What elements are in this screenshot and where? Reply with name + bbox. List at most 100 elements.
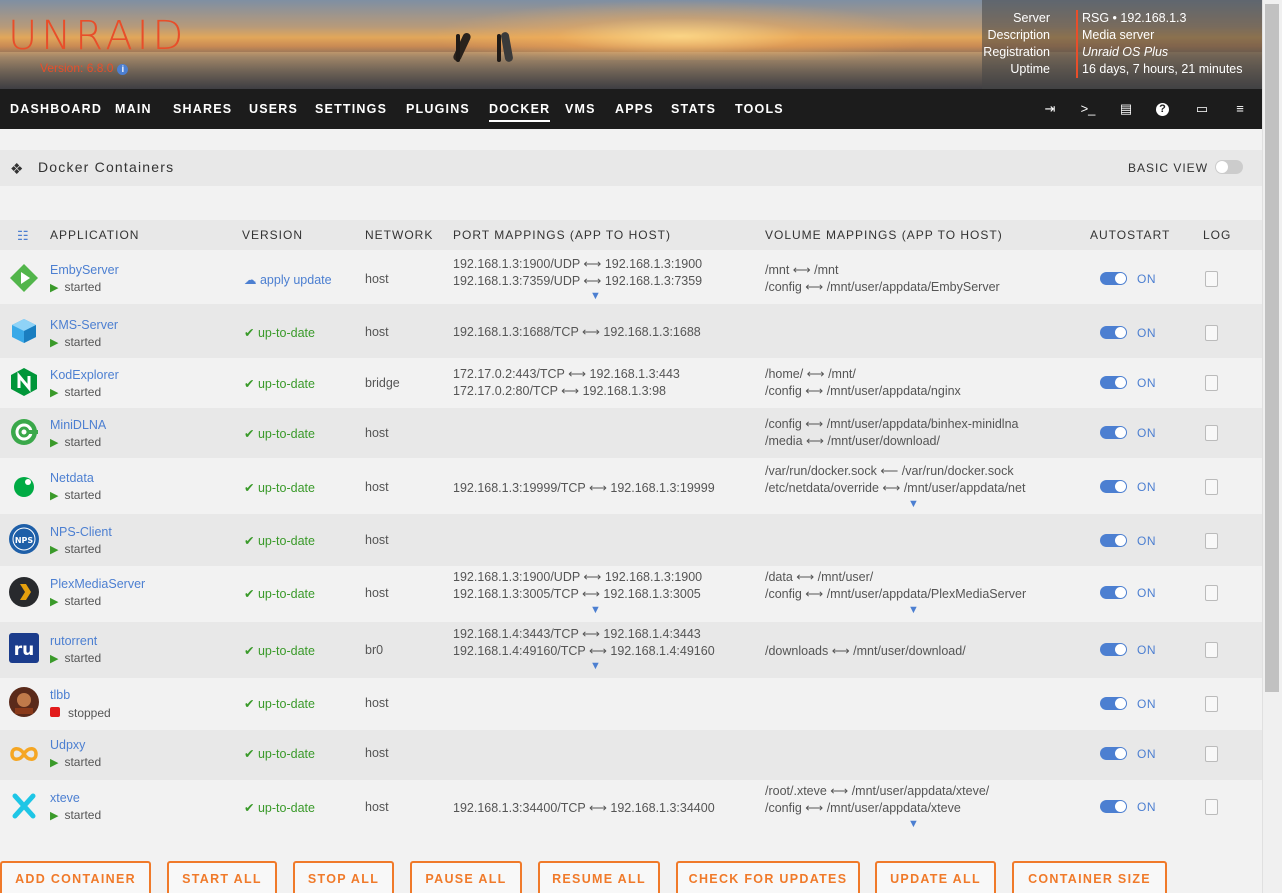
nginx-icon[interactable]	[9, 367, 39, 397]
log-icon[interactable]	[1205, 585, 1218, 601]
autostart-toggle[interactable]	[1100, 480, 1127, 493]
log-icon[interactable]	[1205, 271, 1218, 287]
app-name[interactable]: KodExplorer	[50, 368, 119, 382]
app-name[interactable]: rutorrent	[50, 634, 97, 648]
col-log: LOG	[1203, 228, 1232, 242]
chevron-down-icon[interactable]: ▼	[590, 290, 601, 302]
monitor-icon[interactable]: ▭	[1194, 101, 1210, 117]
terminal-icon[interactable]: >_	[1080, 101, 1096, 117]
log-icon[interactable]	[1205, 799, 1218, 815]
tab-stats[interactable]: STATS	[671, 89, 716, 129]
pause-all-button[interactable]: PAUSE ALL	[410, 861, 522, 893]
netdata-icon[interactable]	[9, 471, 39, 501]
state-label: started	[64, 755, 102, 769]
tab-settings[interactable]: SETTINGS	[315, 89, 387, 129]
add-container-button[interactable]: ADD CONTAINER	[0, 861, 151, 893]
col-volume-mappings: VOLUME MAPPINGS (APP TO HOST)	[765, 228, 1003, 242]
update-all-button[interactable]: UPDATE ALL	[875, 861, 996, 893]
app-state: ▶ started	[50, 755, 101, 769]
log-icon[interactable]	[1205, 375, 1218, 391]
app-name[interactable]: Netdata	[50, 471, 94, 485]
autostart-toggle[interactable]	[1100, 643, 1127, 656]
log-icon[interactable]	[1205, 533, 1218, 549]
tab-apps[interactable]: APPS	[615, 89, 654, 129]
app-name[interactable]: tlbb	[50, 688, 70, 702]
udpxy-infinity-icon[interactable]	[9, 739, 39, 769]
app-name[interactable]: EmbyServer	[50, 263, 119, 277]
log-icon[interactable]	[1205, 425, 1218, 441]
chevron-down-icon[interactable]: ▼	[908, 818, 919, 830]
tab-docker[interactable]: DOCKER	[489, 89, 551, 129]
start-all-button[interactable]: START ALL	[167, 861, 277, 893]
autostart-toggle[interactable]	[1100, 534, 1127, 547]
autostart-toggle[interactable]	[1100, 376, 1127, 389]
autostart-label: ON	[1137, 326, 1156, 340]
page-scrollbar[interactable]	[1262, 0, 1282, 893]
version-status[interactable]: ☁ apply update	[244, 272, 332, 287]
autostart-toggle[interactable]	[1100, 272, 1127, 285]
scrollbar-thumb[interactable]	[1265, 4, 1279, 692]
emby-icon[interactable]	[9, 263, 39, 293]
check-for-updates-button[interactable]: CHECK FOR UPDATES	[676, 861, 860, 893]
list-icon[interactable]: ☷	[17, 228, 29, 244]
autostart-toggle[interactable]	[1100, 586, 1127, 599]
registration-value[interactable]: Unraid OS Plus	[1082, 44, 1243, 61]
tab-shares[interactable]: SHARES	[173, 89, 232, 129]
logout-icon[interactable]: ⇥	[1042, 101, 1058, 117]
nps-icon[interactable]: NPS	[9, 524, 39, 554]
log-icon[interactable]	[1205, 696, 1218, 712]
log-icon[interactable]	[1205, 746, 1218, 762]
port-mappings: 192.168.1.3:1900/UDP ⟷ 192.168.1.3:1900 …	[453, 569, 702, 603]
server-value: RSG • 192.168.1.3	[1082, 11, 1187, 25]
chevron-down-icon[interactable]: ▼	[590, 660, 601, 672]
autostart-label: ON	[1137, 534, 1156, 548]
table-row: KodExplorer ▶ started ✔ up-to-date bridge…	[0, 358, 1262, 408]
tab-plugins[interactable]: PLUGINS	[406, 89, 470, 129]
xteve-icon[interactable]	[9, 791, 39, 821]
volume-mappings: /config ⟷ /mnt/user/appdata/binhex-minid…	[765, 416, 1018, 450]
tab-tools[interactable]: TOOLS	[735, 89, 784, 129]
volume-mapping: /etc/netdata/override ⟷ /mnt/user/appdat…	[765, 481, 1026, 495]
autostart-toggle[interactable]	[1100, 747, 1127, 760]
app-name[interactable]: PlexMediaServer	[50, 577, 145, 591]
autostart-toggle[interactable]	[1100, 326, 1127, 339]
app-name[interactable]: MiniDLNA	[50, 418, 106, 432]
tab-vms[interactable]: VMS	[565, 89, 596, 129]
play-icon: ▶	[50, 544, 59, 556]
basic-view-toggle[interactable]	[1215, 160, 1243, 174]
kms-cube-icon[interactable]	[9, 316, 39, 346]
minidlna-icon[interactable]	[9, 417, 39, 447]
resume-all-button[interactable]: RESUME ALL	[538, 861, 660, 893]
rutorrent-icon[interactable]: ru	[9, 633, 39, 663]
autostart-label: ON	[1137, 480, 1156, 494]
autostart-toggle[interactable]	[1100, 800, 1127, 813]
chevron-down-icon[interactable]: ▼	[590, 604, 601, 616]
container-size-button[interactable]: CONTAINER SIZE	[1012, 861, 1167, 893]
col-application: APPLICATION	[50, 228, 140, 242]
feedback-icon[interactable]: ▤	[1118, 101, 1134, 117]
log-icon[interactable]	[1205, 642, 1218, 658]
autostart-toggle[interactable]	[1100, 697, 1127, 710]
stop-all-button[interactable]: STOP ALL	[293, 861, 394, 893]
autostart-toggle[interactable]	[1100, 426, 1127, 439]
app-name[interactable]: KMS-Server	[50, 318, 118, 332]
tlbb-icon[interactable]	[9, 687, 39, 717]
info-icon[interactable]: i	[117, 64, 129, 75]
chevron-down-icon[interactable]: ▼	[908, 604, 919, 616]
autostart-label: ON	[1137, 376, 1156, 390]
chevron-down-icon[interactable]: ▼	[908, 498, 919, 510]
log-icon[interactable]: ≡	[1232, 101, 1248, 117]
tab-main[interactable]: MAIN	[115, 89, 152, 129]
help-icon[interactable]: ?	[1156, 103, 1169, 116]
app-name[interactable]: xteve	[50, 791, 80, 805]
version-label: apply update	[259, 273, 332, 287]
port-mapping: 172.17.0.2:443/TCP ⟷ 192.168.1.3:443	[453, 367, 680, 381]
app-name[interactable]: Udpxy	[50, 738, 85, 752]
log-icon[interactable]	[1205, 479, 1218, 495]
app-name[interactable]: NPS-Client	[50, 525, 112, 539]
section-title: Docker Containers	[38, 159, 175, 175]
tab-users[interactable]: USERS	[249, 89, 298, 129]
plex-icon[interactable]	[9, 577, 39, 607]
tab-dashboard[interactable]: DASHBOARD	[10, 89, 102, 129]
log-icon[interactable]	[1205, 325, 1218, 341]
